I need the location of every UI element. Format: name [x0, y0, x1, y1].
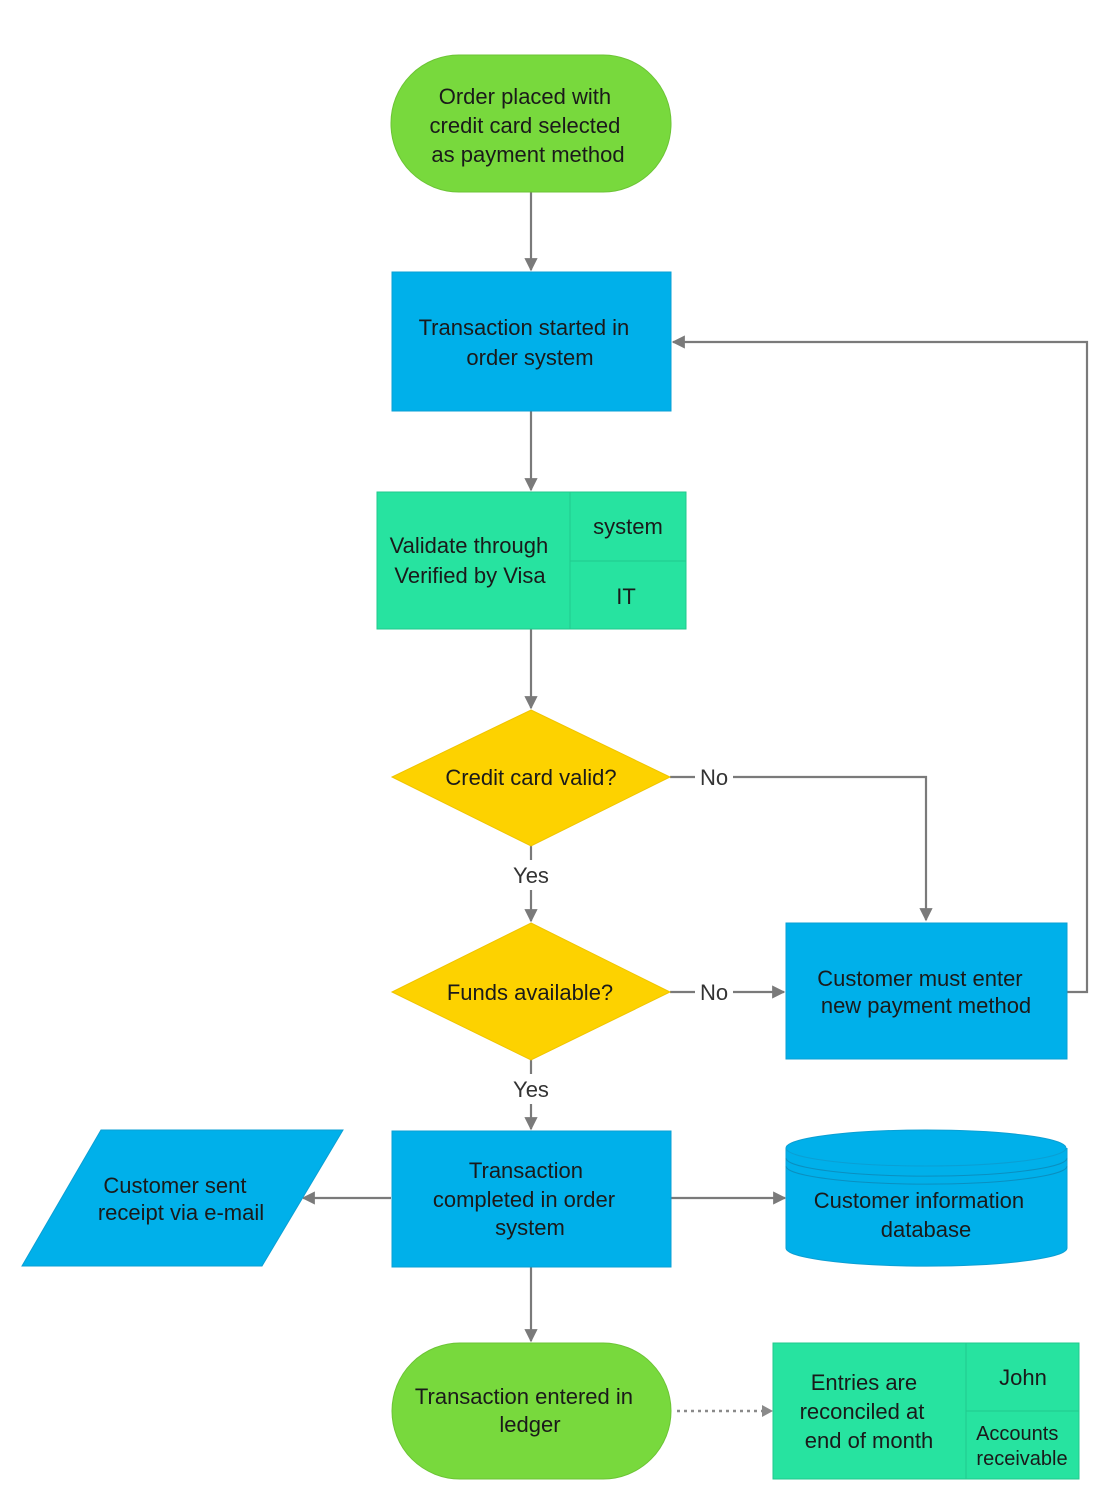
node-validate-cell-system: system: [593, 514, 663, 539]
node-funds-label: Funds available?: [447, 980, 613, 1005]
edge-new-payment-loop-back: [671, 335, 1089, 994]
edge-label-funds-yes: Yes: [513, 1077, 549, 1102]
node-start-label: Order placed with credit card selected a…: [430, 84, 627, 167]
node-new-payment-method[interactable]: Customer must enter new payment method: [785, 922, 1068, 1060]
node-customer-database[interactable]: Customer information database: [785, 1129, 1068, 1267]
node-validate-cell-it: IT: [616, 584, 636, 609]
edge-cc-no-right: [733, 775, 933, 922]
flowchart-canvas: No Yes No Yes Order placed with credit c…: [21, 54, 1089, 1480]
node-validate-visa[interactable]: Validate through Verified by Visa system…: [376, 491, 687, 630]
node-transaction-started[interactable]: Transaction started in order system: [391, 271, 672, 412]
node-reconcile-cell-john: John: [999, 1365, 1047, 1390]
node-reconcile-label: Entries are reconciled at end of month: [800, 1370, 934, 1453]
node-transaction-completed[interactable]: Transaction completed in order system: [391, 1130, 672, 1268]
node-ledger-terminator[interactable]: Transaction entered in ledger: [391, 1342, 672, 1480]
node-cc-valid-label: Credit card valid?: [445, 765, 616, 790]
edge-label-funds-no: No: [700, 980, 728, 1005]
node-start-terminator[interactable]: Order placed with credit card selected a…: [390, 54, 672, 193]
node-funds-available-decision[interactable]: Funds available?: [390, 922, 672, 1061]
node-credit-card-valid-decision[interactable]: Credit card valid?: [390, 709, 672, 847]
edge-label-cc-yes: Yes: [513, 863, 549, 888]
node-reconcile-entries[interactable]: Entries are reconciled at end of month J…: [772, 1342, 1080, 1480]
edge-ledger-to-reconcile-arrowhead: [762, 1405, 773, 1417]
node-receipt-email[interactable]: Customer sent receipt via e-mail: [21, 1129, 344, 1267]
edge-label-cc-no: No: [700, 765, 728, 790]
